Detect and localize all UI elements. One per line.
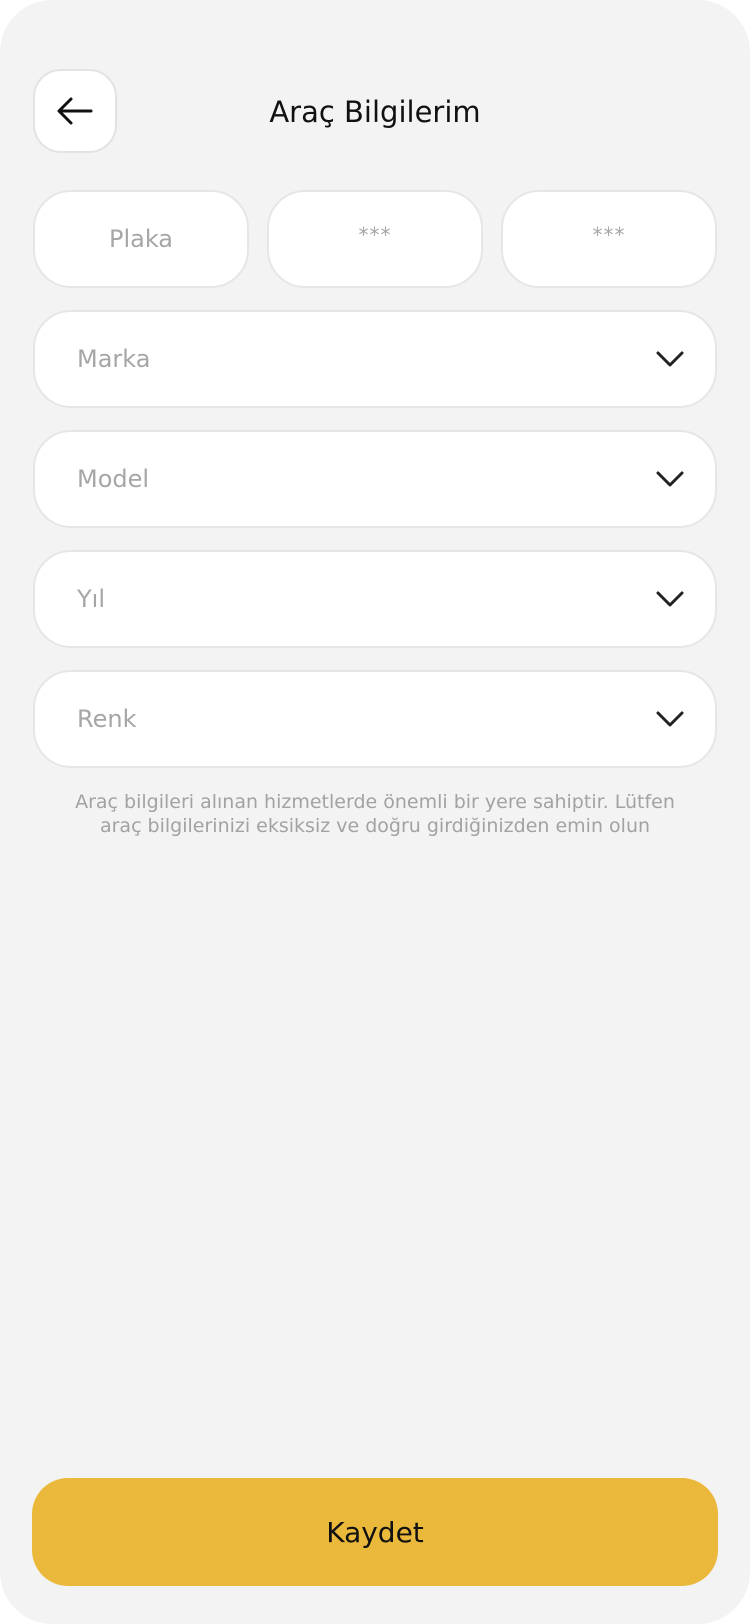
model-select-label: Model: [77, 465, 150, 493]
brand-select[interactable]: Marka: [33, 310, 717, 408]
page-title: Araç Bilgilerim: [269, 95, 481, 129]
info-hint-text: Araç bilgileri alınan hizmetlerde önemli…: [75, 791, 675, 837]
year-select[interactable]: Yıl: [33, 550, 717, 648]
plate-row: Plaka *** ***: [33, 190, 717, 290]
plate-letters-placeholder: ***: [358, 223, 392, 247]
chevron-down-icon: [656, 591, 684, 607]
save-button-label: Kaydet: [326, 1515, 424, 1549]
save-button[interactable]: Kaydet: [32, 1478, 718, 1586]
plate-city-field[interactable]: Plaka: [33, 190, 249, 288]
plate-city-label: Plaka: [108, 225, 174, 253]
color-select-label: Renk: [77, 705, 137, 733]
color-select[interactable]: Renk: [33, 670, 717, 768]
plate-number-placeholder: ***: [592, 223, 626, 247]
plate-letters-field[interactable]: ***: [267, 190, 483, 288]
plate-number-field[interactable]: ***: [501, 190, 717, 288]
brand-select-label: Marka: [77, 345, 151, 373]
screen: Araç Bilgilerim Plaka *** *** Marka Mode…: [0, 0, 750, 1624]
chevron-down-icon: [656, 711, 684, 727]
chevron-down-icon: [656, 351, 684, 367]
model-select[interactable]: Model: [33, 430, 717, 528]
chevron-down-icon: [656, 471, 684, 487]
header: Araç Bilgilerim: [33, 69, 717, 155]
year-select-label: Yıl: [77, 585, 105, 613]
arrow-left-icon: [57, 97, 93, 125]
back-button[interactable]: [33, 69, 117, 153]
